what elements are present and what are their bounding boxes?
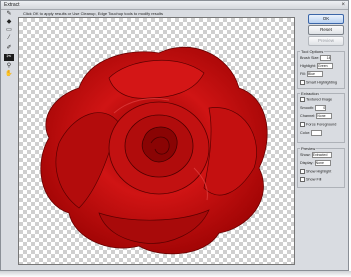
channel-select[interactable]: None [316, 113, 333, 119]
extraction-title: Extraction [300, 91, 320, 96]
eyedropper-icon[interactable]: ⁄ [4, 35, 14, 42]
preview-group: Preview Show: Extracted Display: None Sh… [297, 146, 345, 188]
display-select[interactable]: None [314, 160, 331, 166]
options-panel: OK Reset Preview Tool Options Brush Size… [295, 11, 347, 266]
show-fill-label: Show Fill [306, 177, 322, 182]
extraction-group: Extraction Textured Image Smooth: 0 Chan… [297, 91, 345, 143]
brush-size-field[interactable]: 14 [320, 55, 332, 61]
force-foreground-label: Force Foreground [306, 122, 337, 127]
highlight-select[interactable]: Green [316, 63, 333, 69]
show-highlight-checkbox[interactable] [300, 169, 305, 174]
smart-highlighting-checkbox[interactable] [300, 80, 305, 85]
show-fill-checkbox[interactable] [300, 177, 305, 182]
textured-image-label: Textured Image [306, 97, 333, 102]
smooth-label: Smooth: [300, 106, 315, 110]
brush-size-label: Brush Size: [300, 56, 320, 60]
eraser-icon[interactable]: ▭ [4, 27, 14, 34]
tool-options-group: Tool Options Brush Size: 14 Highlight: G… [297, 49, 345, 89]
fill-select[interactable]: Blue [306, 71, 323, 77]
tool-options-title: Tool Options [300, 49, 325, 54]
fill-label: Fill: [300, 72, 306, 76]
edge-highlighter-icon[interactable]: ✎ [4, 11, 14, 18]
title-bar: Extract × [1, 1, 348, 10]
rose-image [40, 46, 268, 255]
preview-canvas[interactable] [18, 17, 295, 265]
close-icon[interactable]: × [341, 1, 345, 9]
display-label: Display: [300, 161, 314, 165]
preview-group-title: Preview [300, 146, 317, 151]
textured-image-checkbox[interactable] [300, 97, 305, 102]
hand-icon[interactable]: ✋ [4, 71, 14, 78]
extract-dialog: Extract × Click OK to apply results or U… [0, 0, 349, 271]
zoom-icon[interactable]: ⚲ [4, 63, 14, 70]
edge-touchup-icon[interactable]: ✂ [4, 54, 14, 61]
smooth-field[interactable]: 0 [315, 105, 327, 111]
show-highlight-label: Show Highlight [306, 169, 332, 174]
channel-label: Channel: [300, 114, 316, 118]
color-swatch[interactable] [311, 130, 323, 136]
show-select[interactable]: Extracted [311, 152, 332, 158]
instruction-text: Click OK to apply results or Use Cleanup… [23, 11, 163, 16]
fill-icon[interactable]: ◆ [4, 19, 14, 26]
cleanup-icon[interactable]: ✐ [4, 45, 14, 52]
color-label: Color: [300, 131, 311, 135]
window-title: Extract [4, 2, 20, 8]
highlight-label: Highlight: [300, 64, 316, 68]
tool-palette: ✎ ◆ ▭ ⁄ ✐ ✂ ⚲ ✋ [2, 11, 16, 266]
ok-button[interactable]: OK [308, 14, 344, 24]
force-foreground-checkbox[interactable] [300, 122, 305, 127]
window-shadow [0, 271, 351, 277]
preview-button[interactable]: Preview [308, 36, 344, 46]
show-label: Show: [300, 153, 311, 157]
reset-button[interactable]: Reset [308, 25, 344, 35]
smart-highlighting-label: Smart Highlighting [306, 80, 338, 85]
